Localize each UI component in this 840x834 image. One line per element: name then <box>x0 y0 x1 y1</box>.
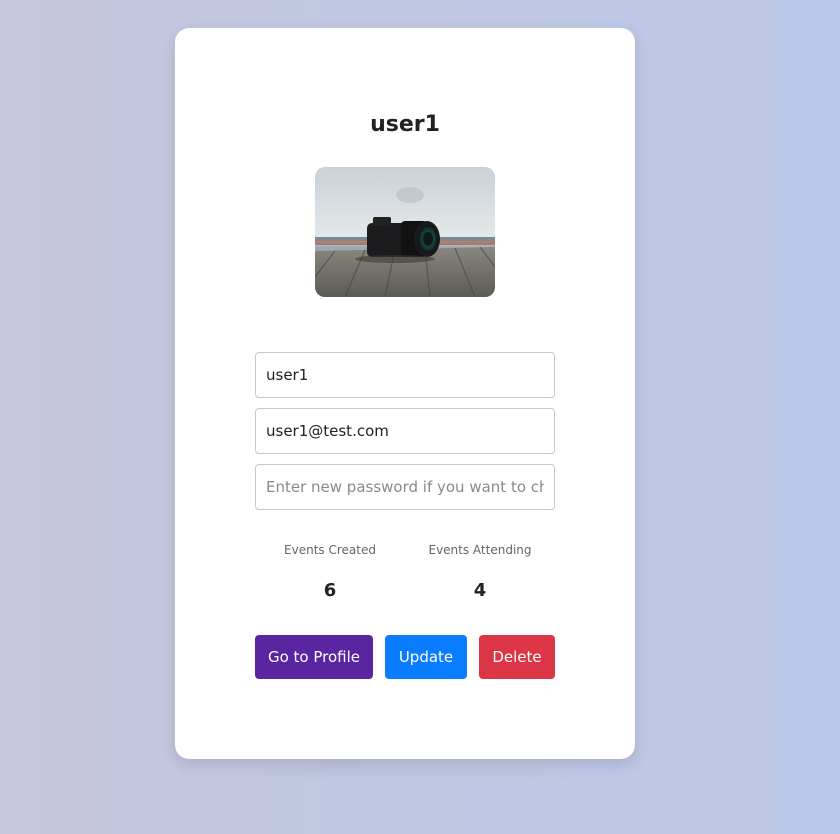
event-stats: Events Created 6 Events Attending 4 <box>255 542 555 602</box>
events-created-value: 6 <box>323 580 337 601</box>
events-attending-label: Events Attending <box>428 543 532 557</box>
go-to-profile-button[interactable]: Go to Profile <box>255 635 373 679</box>
events-created-label: Events Created <box>284 543 376 557</box>
events-created-stat: Events Created 6 <box>255 542 405 602</box>
password-field[interactable] <box>255 464 555 510</box>
events-attending-value: 4 <box>473 580 487 601</box>
email-field[interactable] <box>255 408 555 454</box>
profile-photo <box>315 167 495 297</box>
delete-button[interactable]: Delete <box>479 635 555 679</box>
update-button[interactable]: Update <box>385 635 467 679</box>
page-title: user1 <box>370 112 440 137</box>
username-field[interactable] <box>255 352 555 398</box>
profile-card: user1 user1 user1@test.com Events Create… <box>175 28 635 759</box>
events-attending-stat: Events Attending 4 <box>405 542 555 602</box>
